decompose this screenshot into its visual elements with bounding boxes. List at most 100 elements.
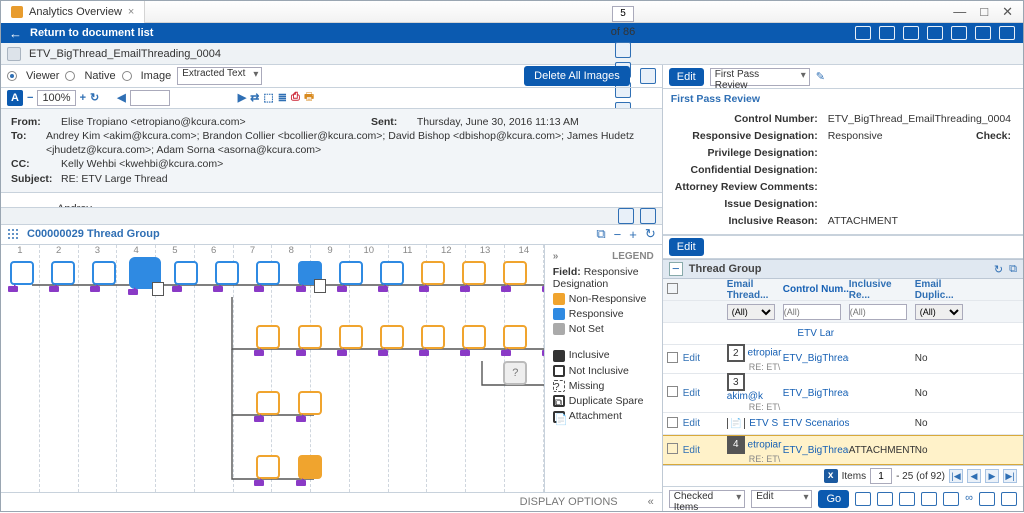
col-dup[interactable]: Email Duplic... — [915, 279, 973, 301]
thread-node[interactable] — [380, 261, 404, 285]
native-radio[interactable] — [65, 71, 75, 81]
print-icon[interactable]: 🖶 — [304, 88, 314, 107]
thread-node[interactable]: ? — [503, 361, 527, 385]
items-page-input[interactable] — [870, 468, 892, 484]
thread-node[interactable] — [503, 261, 527, 285]
layout-icon-3[interactable] — [903, 26, 919, 40]
row-checkbox[interactable] — [667, 386, 678, 397]
extracted-text-select[interactable]: Extracted Text — [177, 67, 262, 85]
thread-node[interactable] — [256, 325, 280, 349]
row-edit-link[interactable]: Edit — [683, 418, 727, 429]
threadgroup-popout-icon[interactable]: ⧉ — [596, 226, 605, 242]
tab-close-icon[interactable]: × — [128, 6, 134, 18]
page-next-icon[interactable]: ▶ — [238, 91, 246, 104]
back-arrow-icon[interactable]: ← — [9, 26, 22, 41]
image-radio[interactable] — [122, 71, 132, 81]
thread-node[interactable] — [503, 325, 527, 349]
filter-cn[interactable] — [783, 304, 841, 320]
pager-last[interactable]: ▶| — [1003, 469, 1017, 483]
tool-icon-c[interactable]: ≣ — [278, 91, 287, 104]
action-select[interactable]: Edit — [751, 490, 812, 508]
checked-items-select[interactable]: Checked Items — [669, 490, 745, 508]
display-options-bar[interactable]: DISPLAY OPTIONS« — [1, 492, 662, 511]
panel-popout-icon[interactable]: ⧉ — [1009, 263, 1017, 276]
thread-node[interactable] — [215, 261, 239, 285]
zoom-in-icon[interactable]: + — [80, 92, 86, 104]
layout-icon-2[interactable] — [879, 26, 895, 40]
thread-node[interactable] — [339, 325, 363, 349]
thread-node[interactable] — [256, 455, 280, 479]
pin-icon[interactable] — [618, 208, 634, 224]
bb-icon-7[interactable] — [1001, 492, 1017, 506]
thread-node[interactable] — [174, 261, 198, 285]
thread-diagram[interactable]: 1234567891011121314 ?? »LEGEND Field: Re… — [1, 245, 662, 492]
expand-icon[interactable] — [640, 208, 656, 224]
col-controlnum[interactable]: Control Num... — [783, 284, 849, 295]
layout-icon-5[interactable] — [951, 26, 967, 40]
coding-edit-button-2[interactable]: Edit — [669, 238, 704, 256]
row-edit-link[interactable]: Edit — [683, 353, 727, 364]
viewer-settings-icon[interactable] — [640, 68, 656, 84]
grid-checkall[interactable] — [667, 283, 678, 294]
page-prev-icon[interactable]: ◀ — [117, 91, 125, 104]
zoom-level[interactable]: 100% — [37, 90, 75, 106]
bb-icon-2[interactable] — [877, 492, 893, 506]
thread-node[interactable] — [380, 325, 404, 349]
tool-icon-b[interactable]: ⬚ — [263, 91, 273, 104]
thread-node[interactable] — [51, 261, 75, 285]
thread-node[interactable] — [421, 261, 445, 285]
go-button[interactable]: Go — [818, 490, 849, 508]
browser-tab[interactable]: Analytics Overview × — [1, 1, 145, 23]
row-checkbox[interactable] — [667, 443, 678, 454]
panel-refresh-icon[interactable]: ↻ — [994, 263, 1003, 276]
bb-icon-5[interactable] — [943, 492, 959, 506]
thread-node[interactable] — [256, 261, 280, 285]
rotate-icon[interactable]: ↻ — [90, 91, 99, 104]
grid-row[interactable]: Edit 📄ETV S ETV Scenarios_EmaiNo — [663, 413, 1023, 435]
viewer-radio[interactable] — [7, 71, 17, 81]
thread-node[interactable] — [256, 391, 280, 415]
thread-node[interactable] — [339, 261, 363, 285]
coding-edit-button[interactable]: Edit — [669, 68, 704, 86]
pager-first[interactable]: |◀ — [949, 469, 963, 483]
threadgroup-refresh-icon[interactable]: ↻ — [645, 226, 656, 242]
filter-ed[interactable]: (All) — [915, 304, 963, 320]
bb-icon-1[interactable] — [855, 492, 871, 506]
thread-node[interactable] — [298, 391, 322, 415]
coding-layout-select[interactable]: First Pass Review — [710, 68, 810, 86]
row-checkbox[interactable] — [667, 352, 678, 363]
pager-next[interactable]: ▶ — [985, 469, 999, 483]
thread-node[interactable] — [298, 455, 322, 479]
row-edit-link[interactable]: Edit — [683, 388, 727, 399]
thread-node[interactable] — [92, 261, 116, 285]
grid-row-active[interactable]: Edit 4 etropiarRE: ET\ ETV_BigThreadATTA… — [663, 435, 1023, 465]
layout-icon-7[interactable] — [999, 26, 1015, 40]
grid-row[interactable]: Edit 3 akim@kRE: ET\ ETV_BigThreadNo — [663, 374, 1023, 413]
col-increason[interactable]: Inclusive Re... — [849, 279, 915, 301]
thread-node[interactable] — [10, 261, 34, 285]
nav-first-button[interactable] — [615, 42, 631, 58]
thread-node[interactable] — [421, 325, 445, 349]
bb-icon-6[interactable] — [979, 492, 995, 506]
row-checkbox[interactable] — [667, 417, 678, 428]
page-box[interactable] — [130, 90, 170, 106]
delete-all-images-button[interactable]: Delete All Images — [524, 66, 630, 86]
link-icon[interactable]: ∞ — [965, 492, 973, 506]
pager-prev[interactable]: ◀ — [967, 469, 981, 483]
threadgroup-minus-icon[interactable]: − — [614, 227, 622, 242]
col-thread[interactable]: Email Thread... — [727, 279, 783, 301]
grid-row[interactable]: ETV Lar — [663, 323, 1023, 345]
return-link[interactable]: Return to document list — [30, 27, 153, 39]
thread-node[interactable] — [462, 325, 486, 349]
layout-icon-4[interactable] — [927, 26, 943, 40]
panel-collapse-icon[interactable]: − — [669, 262, 683, 276]
zoom-out-icon[interactable]: − — [27, 92, 33, 104]
thread-node[interactable] — [298, 325, 322, 349]
pdf-icon[interactable]: ⎙ — [291, 91, 300, 104]
thread-node[interactable] — [298, 261, 322, 285]
thread-node[interactable] — [462, 261, 486, 285]
layout-icon-1[interactable] — [855, 26, 871, 40]
annotate-icon[interactable]: A — [7, 90, 23, 106]
row-edit-link[interactable]: Edit — [683, 445, 727, 456]
threadgroup-plus-icon[interactable]: + — [629, 227, 637, 242]
